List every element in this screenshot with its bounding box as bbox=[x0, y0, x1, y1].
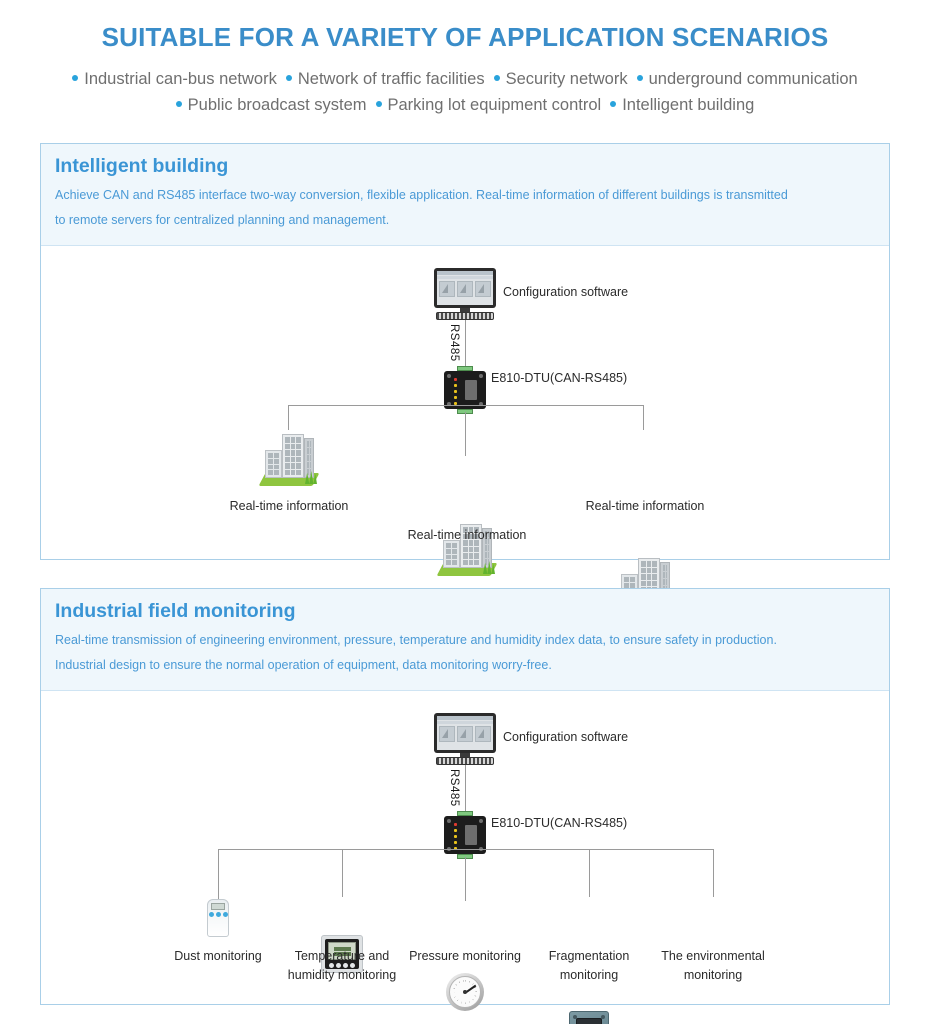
scenario-card-intelligent-building: Intelligent building Achieve CAN and RS4… bbox=[40, 143, 890, 610]
scenario-tag: Public broadcast system bbox=[175, 96, 367, 114]
bullet-icon bbox=[285, 75, 292, 82]
building-label: Real-time information bbox=[407, 528, 527, 542]
connector-line bbox=[465, 320, 466, 368]
scenario-tag-label: Network of traffic facilities bbox=[297, 70, 485, 88]
connector-line bbox=[342, 849, 343, 897]
e810-dtu-label: E810-DTU(CAN-RS485) bbox=[491, 816, 628, 830]
card-header: Industrial field monitoring Real-time tr… bbox=[41, 589, 889, 691]
e810-dtu-device-icon bbox=[444, 366, 486, 414]
scenario-tag-label: Parking lot equipment control bbox=[387, 96, 602, 114]
connector-line bbox=[713, 849, 714, 897]
sensor-label: Fragmentation monitoring bbox=[548, 949, 630, 982]
building-label: Real-time information bbox=[585, 499, 705, 513]
card-description-line-1: Real-time transmission of engineering en… bbox=[55, 633, 777, 647]
building-icon bbox=[436, 516, 498, 578]
scenario-tag: underground communication bbox=[628, 70, 858, 88]
connector-line bbox=[218, 849, 219, 899]
page-title: SUITABLE FOR A VARIETY OF APPLICATION SC… bbox=[101, 22, 829, 52]
bus-line bbox=[218, 849, 713, 850]
scenario-tag: Industrial can-bus network bbox=[72, 70, 277, 88]
bullet-icon bbox=[636, 75, 643, 82]
diagram-intelligent-building: Configuration software RS485 E810-DTU(CA… bbox=[41, 246, 889, 610]
bullet-icon bbox=[610, 101, 617, 108]
bullet-icon bbox=[175, 101, 182, 108]
connector-line bbox=[465, 765, 466, 813]
sensor-label: Dust monitoring bbox=[174, 949, 262, 963]
configuration-software-monitor-icon bbox=[434, 268, 496, 320]
card-title: Industrial field monitoring bbox=[55, 600, 296, 622]
sensor-label: Temperature and humidity monitoring bbox=[287, 949, 397, 982]
connector-line bbox=[465, 857, 466, 901]
dust-monitor-icon bbox=[207, 899, 229, 937]
card-title: Intelligent building bbox=[55, 155, 229, 177]
card-description-line-2: Industrial design to ensure the normal o… bbox=[55, 658, 552, 672]
scenario-tag-line-1: Industrial can-bus network Network of tra… bbox=[0, 66, 930, 92]
scenario-tag: Network of traffic facilities bbox=[277, 70, 485, 88]
scenario-tag-list: Industrial can-bus network Network of tra… bbox=[0, 66, 930, 118]
building-label: Real-time information bbox=[229, 499, 349, 513]
configuration-software-label: Configuration software bbox=[503, 285, 629, 299]
configuration-software-monitor-icon bbox=[434, 713, 496, 765]
bullet-icon bbox=[375, 101, 382, 108]
rs485-link-label: RS485 bbox=[448, 769, 460, 807]
card-description-line-1: Achieve CAN and RS485 interface two-way … bbox=[55, 188, 788, 202]
card-header: Intelligent building Achieve CAN and RS4… bbox=[41, 144, 889, 246]
bus-line bbox=[288, 405, 643, 406]
e810-dtu-device-icon bbox=[444, 811, 486, 859]
rs485-link-label: RS485 bbox=[448, 324, 460, 362]
configuration-software-label: Configuration software bbox=[503, 730, 629, 744]
scenario-tag-label: Industrial can-bus network bbox=[84, 70, 277, 88]
scenario-tag-label: Security network bbox=[505, 70, 628, 88]
bullet-icon bbox=[493, 75, 500, 82]
application-scenarios-page: SUITABLE FOR A VARIETY OF APPLICATION SC… bbox=[0, 0, 930, 1024]
diagram-industrial-field-monitoring: Configuration software RS485 E810-DTU(CA… bbox=[41, 691, 889, 1024]
card-description-line-2: to remote servers for centralized planni… bbox=[55, 213, 390, 227]
e810-dtu-label: E810-DTU(CAN-RS485) bbox=[491, 371, 628, 385]
scenario-tag: Intelligent building bbox=[601, 96, 754, 114]
connector-line bbox=[643, 405, 644, 430]
scenario-tag-label: Public broadcast system bbox=[187, 96, 367, 114]
building-icon bbox=[258, 426, 320, 488]
sensor-label: Pressure monitoring bbox=[409, 949, 521, 963]
scenario-tag: Security network bbox=[485, 70, 628, 88]
pressure-gauge-icon bbox=[446, 973, 484, 1011]
scenario-tag: Parking lot equipment control bbox=[367, 96, 602, 114]
sensor-label: The environmental monitoring bbox=[661, 949, 765, 982]
scenario-card-industrial-field-monitoring: Industrial field monitoring Real-time tr… bbox=[40, 588, 890, 1024]
scenario-tag-line-2: Public broadcast system Parking lot equip… bbox=[0, 92, 930, 118]
scenario-tag-label: underground communication bbox=[648, 70, 858, 88]
connector-line bbox=[465, 412, 466, 456]
bullet-icon bbox=[72, 75, 79, 82]
fragmentation-monitor-icon bbox=[569, 1011, 609, 1024]
scenario-tag-label: Intelligent building bbox=[622, 96, 755, 114]
connector-line bbox=[589, 849, 590, 897]
